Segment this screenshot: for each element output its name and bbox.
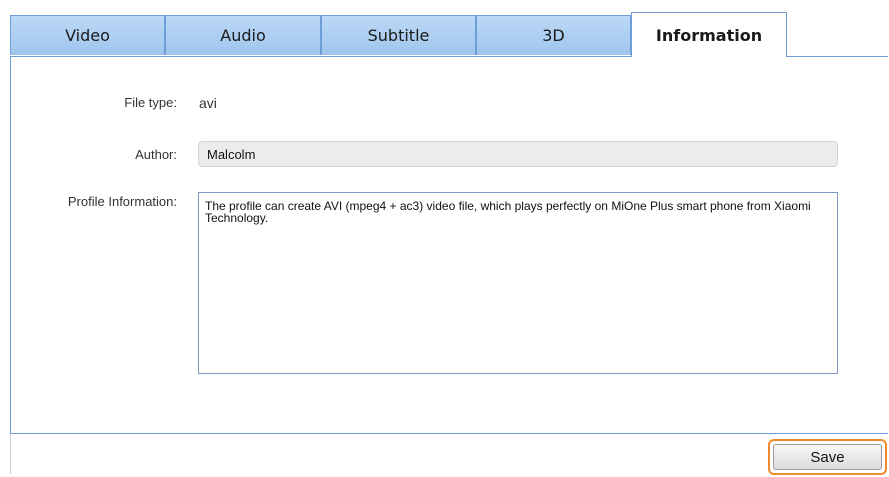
tab-video[interactable]: Video: [10, 15, 165, 55]
tab-3d[interactable]: 3D: [476, 15, 631, 55]
save-button-label: Save: [773, 444, 882, 470]
tab-audio[interactable]: Audio: [165, 15, 321, 55]
file-type-label: File type:: [124, 95, 177, 110]
file-type-value: avi: [199, 95, 217, 111]
tab-subtitle[interactable]: Subtitle: [321, 15, 476, 55]
information-panel: File type: avi Author: Profile Informati…: [10, 56, 888, 434]
tab-information[interactable]: Information: [631, 12, 787, 57]
profile-information-field[interactable]: The profile can create AVI (mpeg4 + ac3)…: [198, 192, 838, 374]
panel-divider: [10, 434, 11, 474]
author-label: Author:: [135, 147, 177, 162]
author-field[interactable]: [198, 141, 838, 167]
save-button[interactable]: Save: [768, 439, 887, 475]
tab-bar: Video Audio Subtitle 3D Information: [10, 12, 888, 57]
profile-information-label: Profile Information:: [67, 194, 177, 209]
